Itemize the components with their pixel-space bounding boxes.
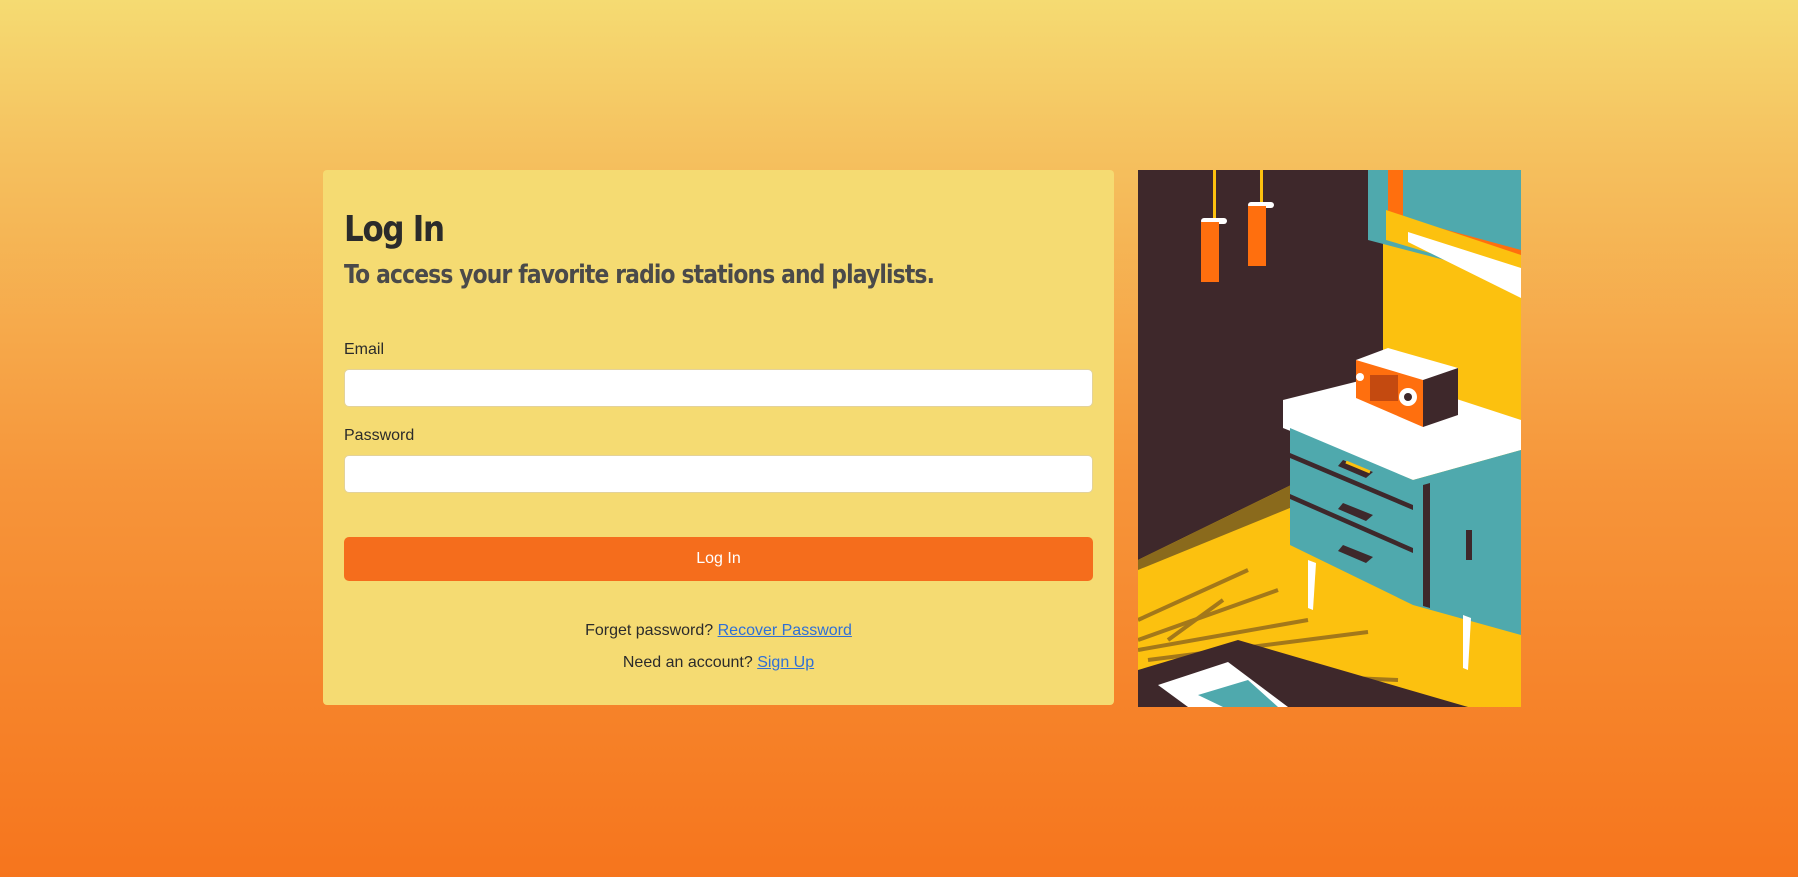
forgot-password-row: Forget password? Recover Password	[344, 615, 1093, 647]
password-label: Password	[344, 427, 415, 444]
email-label: Email	[344, 341, 385, 358]
signup-row: Need an account? Sign Up	[344, 647, 1093, 679]
page-title: Log In	[344, 209, 445, 250]
forgot-password-text: Forget password?	[585, 622, 714, 639]
radio-room-illustration	[1138, 170, 1521, 707]
account-links: Forget password? Recover Password Need a…	[344, 615, 1093, 679]
signup-link[interactable]: Sign Up	[757, 654, 814, 671]
signup-text: Need an account?	[622, 654, 753, 671]
password-field[interactable]	[344, 455, 1093, 493]
illustration-svg	[1138, 170, 1521, 707]
page-subtitle: To access your favorite radio stations a…	[344, 260, 935, 290]
login-card: Log In To access your favorite radio sta…	[323, 170, 1114, 705]
recover-password-link[interactable]: Recover Password	[718, 622, 852, 639]
login-button[interactable]: Log In	[344, 537, 1093, 581]
email-field[interactable]	[344, 369, 1093, 407]
